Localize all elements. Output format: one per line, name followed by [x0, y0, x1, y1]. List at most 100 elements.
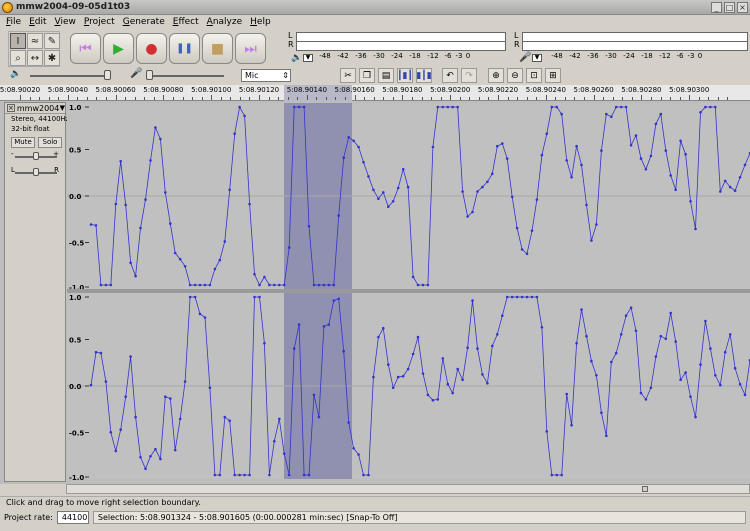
copy-icon: ❐ — [362, 70, 372, 81]
sample-point — [253, 273, 256, 276]
multi-tool-icon[interactable]: ✱ — [44, 50, 60, 66]
sample-point — [669, 311, 672, 315]
timeshift-tool-icon[interactable]: ↔ — [27, 50, 43, 66]
sample-point — [307, 473, 311, 477]
sample-point — [94, 224, 98, 227]
zoom-out-button[interactable]: ⊖ — [507, 68, 523, 83]
menu-project[interactable]: Project — [80, 17, 119, 27]
sample-point — [689, 395, 692, 399]
sample-point — [238, 105, 241, 109]
sample-point — [327, 283, 331, 287]
output-volume-slider[interactable] — [104, 70, 111, 80]
menu-effect[interactable]: Effect — [169, 17, 203, 27]
sample-point — [327, 323, 331, 326]
maximize-button[interactable]: □ — [724, 1, 735, 13]
menu-help[interactable]: Help — [246, 17, 275, 27]
pause-button[interactable]: ❚❚ — [169, 33, 200, 64]
input-meter[interactable]: L R 🎤 ▼ -48 -42 -36 -30 -24 -18 -12 -6 -… — [514, 31, 750, 63]
input-volume-slider[interactable] — [146, 70, 153, 80]
draw-tool-icon[interactable]: ✎ — [44, 33, 60, 49]
input-meter-menu-icon[interactable]: ▼ — [532, 54, 542, 62]
sample-point — [585, 334, 588, 338]
trim-button[interactable]: ┃▮┃ — [397, 68, 413, 83]
sample-point — [595, 223, 598, 226]
pause-icon: ❚❚ — [176, 42, 193, 54]
ruler-tick — [555, 97, 557, 100]
skip-to-end-button[interactable]: ⏭ — [235, 33, 266, 64]
sample-point — [183, 265, 187, 268]
copy-button[interactable]: ❐ — [359, 68, 375, 83]
skip-to-start-button[interactable]: ⏮ — [70, 33, 101, 64]
sample-point — [362, 473, 365, 477]
menu-edit[interactable]: Edit — [25, 17, 50, 27]
ruler-tick — [411, 97, 413, 100]
record-button[interactable]: ● — [136, 33, 167, 64]
stop-button[interactable]: ■ — [202, 33, 233, 64]
ruler-tick — [612, 97, 614, 100]
close-track-icon[interactable]: × — [7, 104, 15, 112]
sample-point — [515, 295, 519, 299]
zoom-in-icon: ⊕ — [492, 70, 500, 81]
ruler-tick — [335, 97, 337, 100]
sample-point — [699, 363, 702, 366]
sample-point — [387, 205, 390, 208]
undo-button[interactable]: ↶ — [442, 68, 458, 83]
ruler-tick — [631, 97, 633, 100]
sample-point — [203, 283, 207, 287]
sample-point — [723, 350, 727, 354]
sample-point — [659, 112, 663, 116]
ruler-tick — [364, 97, 366, 100]
fit-selection-button[interactable]: ⊡ — [526, 68, 542, 83]
ruler-tick — [469, 97, 471, 100]
sample-point — [124, 395, 127, 399]
zoom-in-button[interactable]: ⊕ — [488, 68, 504, 83]
scrollbar-thumb[interactable] — [642, 486, 648, 492]
silence-button[interactable]: ▮┃▮ — [416, 68, 432, 83]
input-meter-right-bar — [522, 41, 748, 51]
redo-button[interactable]: ↷ — [461, 68, 477, 83]
waveform-display[interactable]: 1.00.50.0-0.5-1.01.00.50.0-0.5-1.0 — [67, 101, 750, 484]
ruler-tick — [192, 97, 194, 100]
track-name[interactable]: mmw2004-0 — [17, 104, 60, 113]
meter-tick: -6 — [444, 52, 452, 60]
minimize-button[interactable]: _ — [711, 1, 722, 13]
output-meter[interactable]: L R 🔈 ▼ -48 -42 -36 -30 -24 -18 -12 -6 -… — [288, 31, 510, 63]
sample-point — [530, 295, 534, 299]
sample-point — [377, 197, 380, 200]
ruler-label: 5:08.90060 — [95, 86, 136, 94]
menu-file[interactable]: File — [2, 17, 25, 27]
paste-button[interactable]: ▤ — [378, 68, 394, 83]
sample-point — [684, 371, 687, 374]
amplitude-scale-label: -0.5 — [69, 430, 84, 438]
solo-button[interactable]: Solo — [38, 137, 62, 148]
sample-point — [367, 473, 370, 477]
menu-view[interactable]: View — [51, 17, 80, 27]
ruler-tick — [698, 97, 700, 100]
close-window-button[interactable]: × — [737, 1, 748, 13]
output-meter-menu-icon[interactable]: ▼ — [303, 54, 313, 62]
zoom-out-icon: ⊖ — [511, 70, 519, 81]
menu-generate[interactable]: Generate — [119, 17, 169, 27]
track-area: × mmw2004-0 ▼ Stereo, 44100Hz 32-bit flo… — [0, 101, 750, 484]
project-rate-field[interactable]: 44100 — [56, 511, 89, 524]
selection-tool-icon[interactable]: I — [10, 33, 26, 49]
fit-project-button[interactable]: ⊞ — [545, 68, 561, 83]
horizontal-scrollbar[interactable] — [66, 484, 750, 494]
mute-button[interactable]: Mute — [11, 137, 35, 148]
zoom-tool-icon[interactable]: ⌕ — [10, 50, 26, 66]
ruler-tick — [259, 95, 260, 100]
gain-slider[interactable] — [33, 152, 39, 160]
track-menu-icon[interactable]: ▼ — [60, 104, 65, 112]
pan-slider[interactable] — [33, 168, 39, 176]
sample-point — [550, 105, 554, 109]
input-source-select[interactable]: Mic ⇕ — [241, 69, 291, 82]
play-button[interactable]: ▶ — [103, 33, 134, 64]
cut-button[interactable]: ✂ — [340, 68, 356, 83]
sample-point — [629, 144, 633, 147]
sample-point — [173, 448, 177, 452]
timeline-ruler[interactable]: 5:08.90020 5:08.90040 5:08.90060 5:08.90080… — [0, 85, 750, 101]
ruler-tick — [249, 97, 251, 100]
envelope-tool-icon[interactable]: ≈ — [27, 33, 43, 49]
menu-analyze[interactable]: Analyze — [203, 17, 246, 27]
sample-point — [496, 333, 499, 336]
